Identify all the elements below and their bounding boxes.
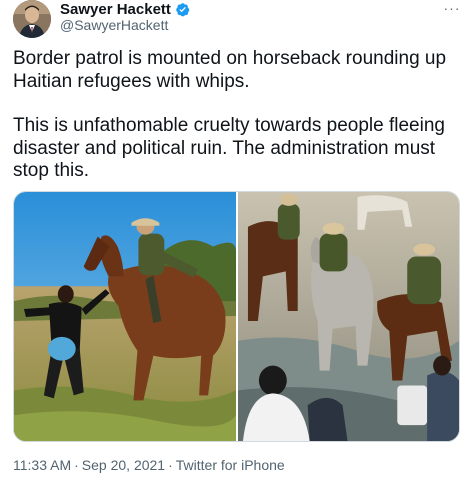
- tweet-time[interactable]: 11:33 AM: [13, 457, 71, 473]
- tweet-source[interactable]: Twitter for iPhone: [176, 457, 285, 473]
- avatar-image: [13, 0, 51, 38]
- tweet-paragraph: Border patrol is mounted on horseback ro…: [13, 48, 447, 92]
- author-handle[interactable]: @SawyerHackett: [60, 17, 168, 33]
- meta-separator: ·: [74, 457, 79, 473]
- more-options-icon[interactable]: ···: [440, 0, 464, 20]
- tweet-paragraph: This is unfathomable cruelty towards peo…: [13, 115, 445, 181]
- tweet-meta: 11:33 AM · Sep 20, 2021 · Twitter for iPhone: [13, 457, 285, 473]
- tweet-media: [13, 191, 460, 442]
- author-avatar[interactable]: [13, 0, 51, 38]
- media-photo-1[interactable]: [14, 192, 236, 441]
- tweet-date[interactable]: Sep 20, 2021: [82, 457, 165, 473]
- photo-image: [14, 192, 236, 441]
- author-name-row: Sawyer Hackett: [60, 1, 190, 18]
- verified-badge-icon: [176, 3, 190, 17]
- tweet-text: Border patrol is mounted on horseback ro…: [13, 48, 458, 183]
- meta-separator: ·: [168, 457, 173, 473]
- tweet-card: Sawyer Hackett @SawyerHackett ··· Border…: [0, 0, 470, 500]
- media-photo-2[interactable]: [238, 192, 459, 441]
- author-display-name[interactable]: Sawyer Hackett: [60, 1, 171, 18]
- photo-image: [238, 192, 459, 441]
